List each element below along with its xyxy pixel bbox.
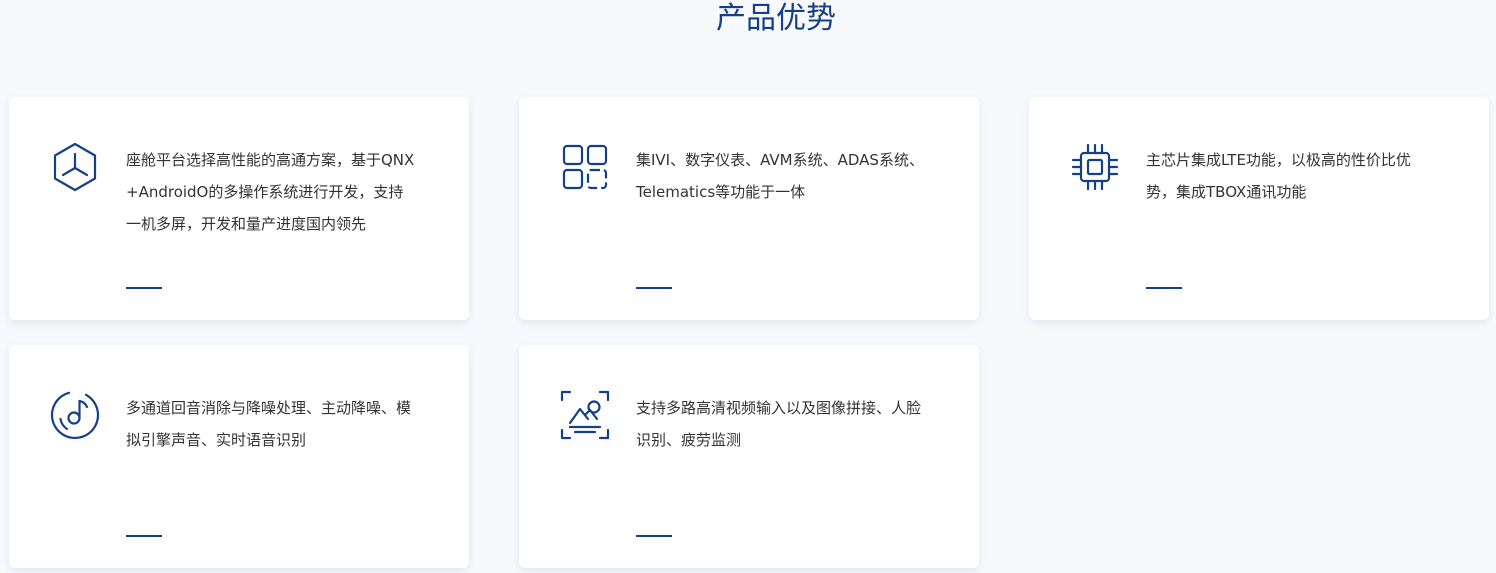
advantage-card-video: 支持多路高清视频输入以及图像拼接、人脸识别、疲劳监测 — [519, 345, 979, 568]
card-accent-line — [126, 535, 162, 537]
card-description: 支持多路高清视频输入以及图像拼接、人脸识别、疲劳监测 — [636, 399, 922, 449]
card-accent-line — [636, 535, 672, 537]
card-accent-line — [126, 287, 162, 289]
card-description: 座舱平台选择高性能的高通方案，基于QNX+AndroidO的多操作系统进行开发，… — [126, 151, 415, 233]
card-accent-line — [1146, 287, 1182, 289]
advantage-card-integration: 集IVI、数字仪表、AVM系统、ADAS系统、 Telematics等功能于一体 — [519, 97, 979, 320]
chip-icon — [1069, 141, 1121, 193]
card-accent-line — [636, 287, 672, 289]
advantage-card-cockpit-platform: 座舱平台选择高性能的高通方案，基于QNX+AndroidO的多操作系统进行开发，… — [9, 97, 469, 320]
card-description: 主芯片集成LTE功能，以极高的性价比优势，集成TBOX通讯功能 — [1146, 151, 1411, 201]
advantage-card-audio: 多通道回音消除与降噪处理、主动降噪、模拟引擎声音、实时语音识别 — [9, 345, 469, 568]
card-description: 集IVI、数字仪表、AVM系统、ADAS系统、 Telematics等功能于一体 — [636, 151, 924, 201]
music-disc-icon — [49, 389, 101, 441]
grid-apps-icon — [559, 141, 611, 193]
section-title: 产品优势 — [716, 1, 836, 36]
card-description: 多通道回音消除与降噪处理、主动降噪、模拟引擎声音、实时语音识别 — [126, 399, 412, 449]
hexagon-network-icon — [49, 141, 101, 193]
image-scan-icon — [559, 389, 611, 441]
advantage-card-main-chip: 主芯片集成LTE功能，以极高的性价比优势，集成TBOX通讯功能 — [1029, 97, 1489, 320]
